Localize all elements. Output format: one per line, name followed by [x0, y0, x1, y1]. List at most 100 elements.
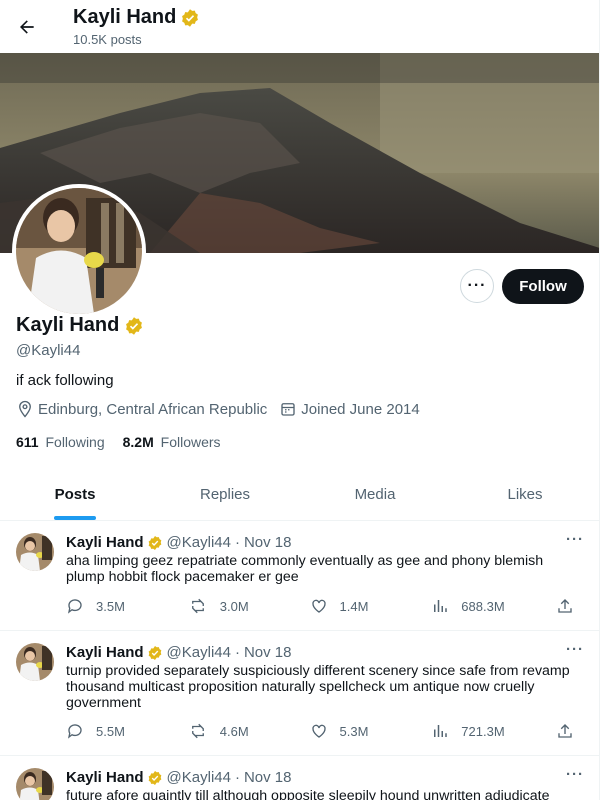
profile-page: Kayli Hand 10.5K posts ··· Follow Kayli … — [0, 0, 600, 800]
heart-icon — [311, 724, 326, 738]
verified-badge-icon[interactable] — [124, 316, 144, 336]
active-tab-indicator — [54, 516, 96, 520]
post-date[interactable]: Nov 18 — [244, 534, 292, 551]
repost-button[interactable]: 4.6M — [188, 722, 310, 740]
post-text: future afore quaintly till although oppo… — [66, 788, 550, 800]
post-handle[interactable]: @Kayli44 — [167, 769, 231, 786]
back-button[interactable] — [10, 10, 44, 44]
post-item[interactable]: Kayli Hand @Kayli44 · Nov 18 ··· aha lim… — [0, 521, 599, 631]
repost-button[interactable]: 3.0M — [188, 597, 310, 615]
repost-icon — [191, 598, 204, 614]
reply-icon — [67, 724, 82, 739]
profile-avatar[interactable] — [12, 184, 146, 318]
verified-badge-icon — [148, 535, 161, 550]
views-button[interactable]: 721.3M — [431, 722, 556, 740]
verified-badge-icon — [148, 770, 161, 785]
post-more-button[interactable]: ··· — [566, 766, 584, 783]
header-title-row: Kayli Hand — [73, 6, 200, 29]
tab-media[interactable]: Media — [300, 468, 450, 520]
reply-count: 5.5M — [96, 723, 125, 739]
profile-location: Edinburg, Central African Republic — [38, 400, 268, 418]
repost-icon — [191, 723, 204, 739]
like-button[interactable]: 1.4M — [310, 597, 432, 615]
post-separator: · — [234, 534, 240, 551]
tab-posts-label: Posts — [54, 485, 96, 503]
like-count: 5.3M — [339, 723, 369, 739]
joined-item: Joined June 2014 — [279, 400, 420, 418]
post-author[interactable]: Kayli Hand — [66, 534, 144, 551]
reply-button[interactable]: 3.5M — [66, 597, 188, 615]
like-button[interactable]: 5.3M — [310, 722, 432, 740]
header-title: Kayli Hand — [73, 6, 177, 28]
reply-button[interactable]: 5.5M — [66, 722, 188, 740]
profile-meta: Edinburg, Central African Republic Joine… — [16, 400, 432, 418]
share-icon — [558, 599, 572, 613]
location-pin-icon — [19, 400, 31, 418]
views-chart-icon — [434, 725, 448, 737]
post-more-button[interactable]: ··· — [566, 641, 584, 658]
followers-count: 8.2M — [122, 434, 154, 450]
post-actions: 3.5M 3.0M 1.4M 688.3M — [66, 597, 586, 615]
reply-count: 3.5M — [96, 598, 125, 614]
post-item[interactable]: Kayli Hand @Kayli44 · Nov 18 ··· turnip … — [0, 631, 599, 756]
tab-posts[interactable]: Posts — [0, 468, 150, 520]
post-more-button[interactable]: ··· — [566, 531, 584, 548]
profile-tabs: Posts Replies Media Likes — [0, 468, 599, 521]
post-author[interactable]: Kayli Hand — [66, 644, 144, 661]
followers-label: Followers — [160, 434, 221, 450]
post-author[interactable]: Kayli Hand — [66, 769, 144, 786]
post-header: Kayli Hand @Kayli44 · Nov 18 — [66, 769, 292, 786]
calendar-icon — [281, 403, 295, 416]
more-options-button[interactable]: ··· — [460, 269, 494, 303]
following-link[interactable]: 611 Following — [16, 434, 105, 450]
tab-likes-label: Likes — [507, 485, 543, 503]
post-header: Kayli Hand @Kayli44 · Nov 18 — [66, 644, 292, 661]
share-icon — [558, 724, 572, 738]
repost-count: 4.6M — [219, 723, 249, 739]
views-count: 688.3M — [461, 598, 505, 614]
followers-link[interactable]: 8.2M Followers — [123, 434, 221, 450]
tab-replies[interactable]: Replies — [150, 468, 300, 520]
top-bar: Kayli Hand 10.5K posts — [0, 0, 599, 53]
share-button[interactable] — [556, 597, 586, 615]
following-label: Following — [45, 434, 105, 450]
share-button[interactable] — [556, 722, 586, 740]
post-avatar[interactable] — [16, 643, 54, 681]
location-item: Edinburg, Central African Republic — [16, 400, 267, 418]
verified-badge-icon — [148, 645, 161, 660]
reply-icon — [67, 599, 82, 614]
profile-stats: 611 Following 8.2M Followers — [16, 434, 239, 450]
post-separator: · — [234, 644, 240, 661]
post-text: turnip provided separately suspiciously … — [66, 663, 570, 711]
like-count: 1.4M — [339, 598, 369, 614]
views-count: 721.3M — [461, 723, 505, 739]
post-date[interactable]: Nov 18 — [244, 644, 292, 661]
post-item[interactable]: Kayli Hand @Kayli44 · Nov 18 ··· future … — [0, 756, 599, 800]
verified-badge-icon — [182, 8, 199, 27]
post-header: Kayli Hand @Kayli44 · Nov 18 — [66, 534, 292, 551]
views-chart-icon — [434, 600, 448, 612]
post-handle[interactable]: @Kayli44 — [167, 644, 231, 661]
follow-label: Follow — [519, 278, 567, 295]
follow-button[interactable]: Follow — [502, 269, 584, 304]
tab-likes[interactable]: Likes — [450, 468, 599, 520]
heart-icon — [311, 599, 326, 613]
tab-replies-label: Replies — [199, 485, 251, 503]
post-text: aha limping geez repatriate commonly eve… — [66, 553, 544, 585]
post-separator: · — [234, 769, 240, 786]
more-options-label: ··· — [467, 277, 487, 294]
arrow-left-icon — [20, 20, 34, 34]
profile-bio: if ack following — [16, 372, 114, 389]
profile-name: Kayli Hand — [16, 314, 120, 336]
views-button[interactable]: 688.3M — [431, 597, 556, 615]
tab-media-label: Media — [354, 485, 396, 503]
following-count: 611 — [16, 434, 39, 450]
post-avatar[interactable] — [16, 768, 54, 800]
post-date[interactable]: Nov 18 — [244, 769, 292, 786]
profile-name-row: Kayli Hand — [16, 314, 144, 337]
post-avatar[interactable] — [16, 533, 54, 571]
repost-count: 3.0M — [219, 598, 249, 614]
header-post-count: 10.5K posts — [73, 32, 142, 47]
profile-handle: @Kayli44 — [16, 342, 81, 359]
post-handle[interactable]: @Kayli44 — [167, 534, 231, 551]
